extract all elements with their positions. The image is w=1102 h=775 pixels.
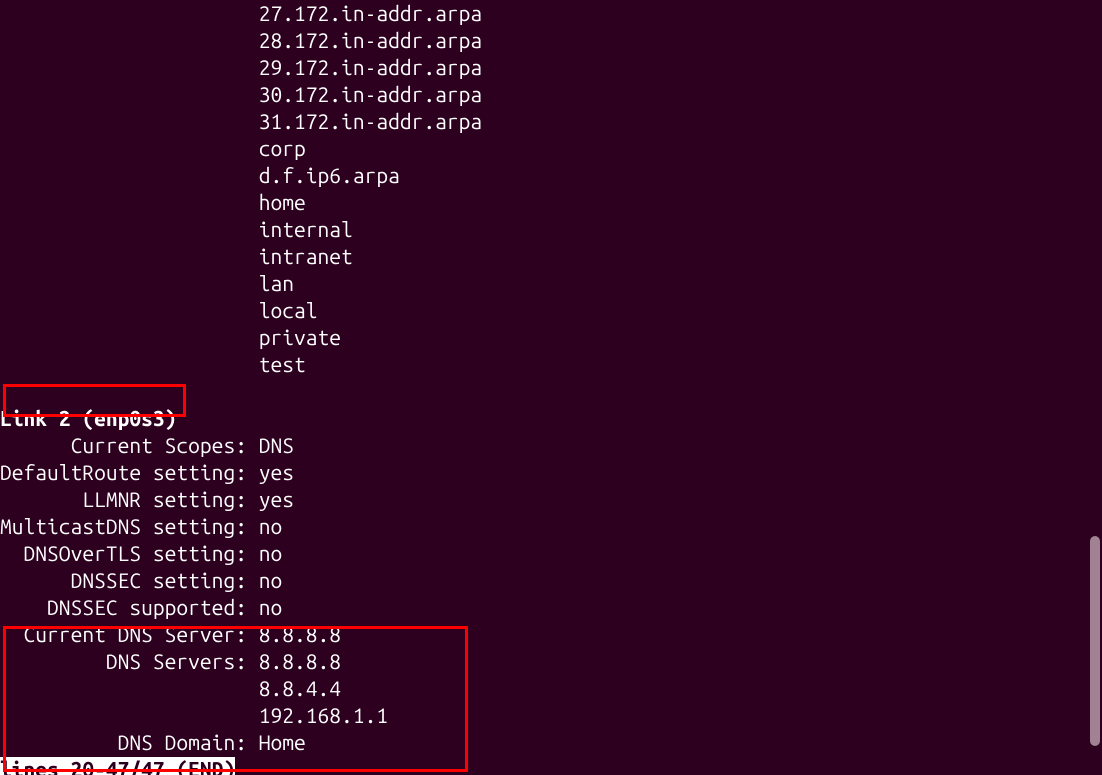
field-dnssec-supported: DNSSEC supported: no xyxy=(0,595,282,619)
field-dns-over-tls: DNSOverTLS setting: no xyxy=(0,541,282,565)
field-llmnr: LLMNR setting: yes xyxy=(0,487,294,511)
link-header: Link 2 (enp0s3) xyxy=(0,406,176,430)
field-multicast-dns: MulticastDNS setting: no xyxy=(0,514,282,538)
domain-line: lan xyxy=(0,271,294,295)
domain-line: internal xyxy=(0,217,353,241)
field-dns-servers-cont: 192.168.1.1 xyxy=(0,703,388,727)
domain-line-cutoff: 27.172.in-addr.arpa xyxy=(0,1,482,25)
field-current-scopes: Current Scopes: DNS xyxy=(0,433,294,457)
blank-line xyxy=(0,379,12,403)
domain-line: 30.172.in-addr.arpa xyxy=(0,82,482,106)
domain-line: d.f.ip6.arpa xyxy=(0,163,400,187)
domain-line: local xyxy=(0,298,318,322)
domain-line: 28.172.in-addr.arpa xyxy=(0,28,482,52)
domain-line: home xyxy=(0,190,306,214)
field-dns-servers: DNS Servers: 8.8.8.8 xyxy=(0,649,341,673)
field-default-route: DefaultRoute setting: yes xyxy=(0,460,294,484)
domain-line: 31.172.in-addr.arpa xyxy=(0,109,482,133)
field-dnssec: DNSSEC setting: no xyxy=(0,568,282,592)
domain-line: private xyxy=(0,325,341,349)
field-dns-domain: DNS Domain: Home xyxy=(0,730,306,754)
pager-status: lines 20-47/47 (END) xyxy=(0,757,235,775)
domain-line: 29.172.in-addr.arpa xyxy=(0,55,482,79)
domain-line: test xyxy=(0,352,306,376)
scrollbar-thumb[interactable] xyxy=(1090,536,1100,746)
field-current-dns-server: Current DNS Server: 8.8.8.8 xyxy=(0,622,341,646)
domain-line: corp xyxy=(0,136,306,160)
domain-line: intranet xyxy=(0,244,353,268)
terminal-output[interactable]: 27.172.in-addr.arpa 28.172.in-addr.arpa … xyxy=(0,0,1102,775)
field-dns-servers-cont: 8.8.4.4 xyxy=(0,676,341,700)
